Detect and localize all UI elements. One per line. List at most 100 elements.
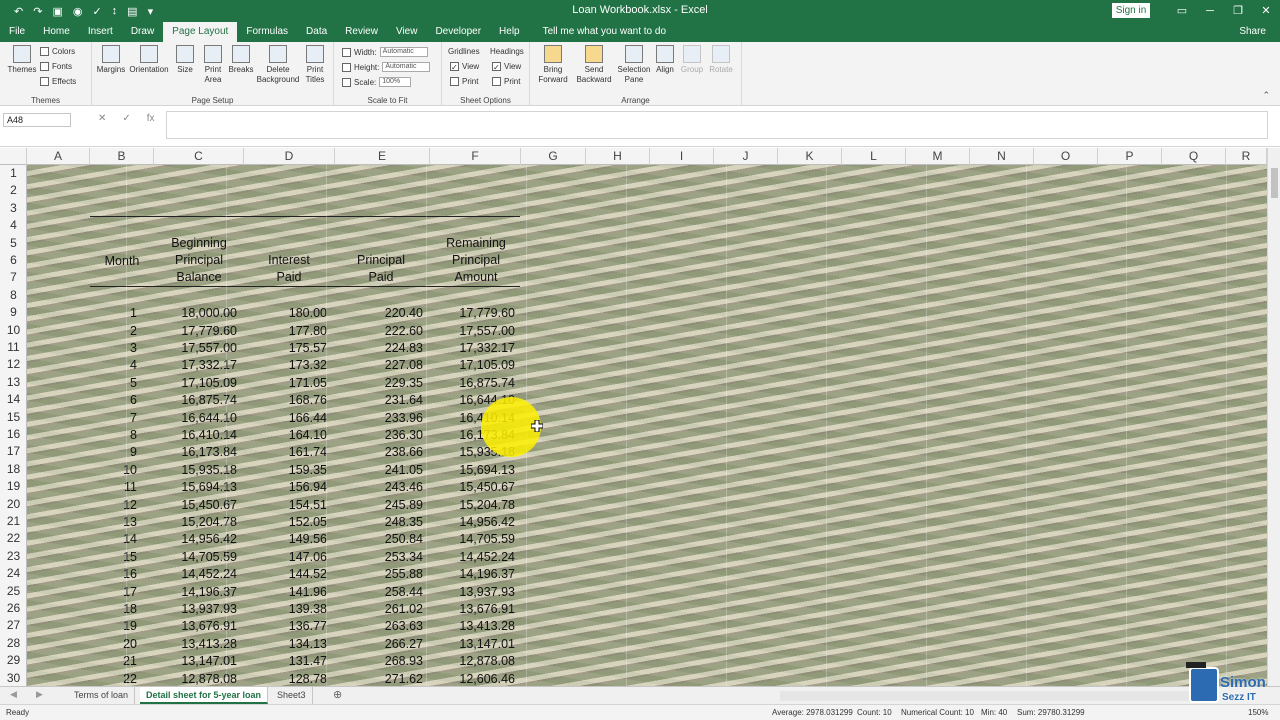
redo-icon[interactable]: ↷ <box>33 5 42 18</box>
cell-interest-paid[interactable]: 128.78 <box>289 671 327 686</box>
cell-interest-paid[interactable]: 131.47 <box>289 653 327 670</box>
cell-beginning-balance[interactable]: 15,204.78 <box>181 514 237 531</box>
cell-principal-paid[interactable]: 253.34 <box>385 549 423 566</box>
tab-view[interactable]: View <box>387 22 427 42</box>
cell-month[interactable]: 7 <box>130 410 137 427</box>
cell-month[interactable]: 16 <box>123 566 137 583</box>
cell-interest-paid[interactable]: 154.51 <box>289 497 327 514</box>
cell-principal-paid[interactable]: 220.40 <box>385 305 423 322</box>
selection-pane-button[interactable]: Selection Pane <box>616 45 652 85</box>
cell-remaining-amount[interactable]: 15,694.13 <box>459 462 515 479</box>
cell-remaining-amount[interactable]: 15,450.67 <box>459 479 515 496</box>
cell-remaining-amount[interactable]: 14,956.42 <box>459 514 515 531</box>
row-header-20[interactable]: 20 <box>0 496 27 513</box>
column-header-j[interactable]: J <box>714 148 778 165</box>
column-header-f[interactable]: F <box>430 148 521 165</box>
cell-month[interactable]: 6 <box>130 392 137 409</box>
row-header-28[interactable]: 28 <box>0 635 27 652</box>
page-icon[interactable]: ▤ <box>127 5 137 18</box>
column-header-p[interactable]: P <box>1098 148 1162 165</box>
cell-month[interactable]: 10 <box>123 462 137 479</box>
cell-principal-paid[interactable]: 227.08 <box>385 357 423 374</box>
cell-principal-paid[interactable]: 245.89 <box>385 497 423 514</box>
ribbon-display-icon[interactable]: ▭ <box>1168 0 1196 22</box>
cell-interest-paid[interactable]: 139.38 <box>289 601 327 618</box>
cell-month[interactable]: 9 <box>130 444 137 461</box>
cell-principal-paid[interactable]: 255.88 <box>385 566 423 583</box>
row-header-5[interactable]: 5 <box>0 235 27 252</box>
print-titles-button[interactable]: Print Titles <box>302 45 328 85</box>
group-button[interactable]: Group <box>680 45 704 75</box>
gridlines-print-checkbox[interactable]: Print <box>450 77 478 86</box>
cell-interest-paid[interactable]: 171.05 <box>289 375 327 392</box>
cell-principal-paid[interactable]: 266.27 <box>385 636 423 653</box>
headings-print-checkbox[interactable]: Print <box>492 77 520 86</box>
cell-month[interactable]: 21 <box>123 653 137 670</box>
row-header-19[interactable]: 19 <box>0 478 27 495</box>
fonts-button[interactable]: Fonts <box>40 62 72 71</box>
row-header-12[interactable]: 12 <box>0 356 27 373</box>
align-button[interactable]: Align <box>654 45 676 75</box>
cell-interest-paid[interactable]: 168.76 <box>289 392 327 409</box>
cell-interest-paid[interactable]: 156.94 <box>289 479 327 496</box>
cell-month[interactable]: 15 <box>123 549 137 566</box>
cell-month[interactable]: 18 <box>123 601 137 618</box>
row-header-16[interactable]: 16 <box>0 426 27 443</box>
print-area-button[interactable]: Print Area <box>200 45 226 85</box>
cell-principal-paid[interactable]: 258.44 <box>385 584 423 601</box>
headings-view-checkbox[interactable]: ✓ View <box>492 62 521 72</box>
width-dropdown[interactable]: Automatic <box>379 47 428 57</box>
cell-interest-paid[interactable]: 175.57 <box>289 340 327 357</box>
row-header-8[interactable]: 8 <box>0 287 27 304</box>
cell-principal-paid[interactable]: 271.62 <box>385 671 423 686</box>
cell-month[interactable]: 14 <box>123 531 137 548</box>
size-button[interactable]: Size <box>174 45 196 75</box>
cell-beginning-balance[interactable]: 14,196.37 <box>181 584 237 601</box>
cell-beginning-balance[interactable]: 15,935.18 <box>181 462 237 479</box>
cell-interest-paid[interactable]: 180.00 <box>289 305 327 322</box>
cell-remaining-amount[interactable]: 14,196.37 <box>459 566 515 583</box>
cell-month[interactable]: 3 <box>130 340 137 357</box>
column-header-m[interactable]: M <box>906 148 970 165</box>
cell-principal-paid[interactable]: 229.35 <box>385 375 423 392</box>
column-header-c[interactable]: C <box>154 148 244 165</box>
cell-beginning-balance[interactable]: 16,644.10 <box>181 410 237 427</box>
vertical-scrollbar[interactable] <box>1267 148 1280 686</box>
cell-interest-paid[interactable]: 134.13 <box>289 636 327 653</box>
cell-interest-paid[interactable]: 159.35 <box>289 462 327 479</box>
cell-principal-paid[interactable]: 238.66 <box>385 444 423 461</box>
cell-beginning-balance[interactable]: 14,956.42 <box>181 531 237 548</box>
sheet-background[interactable]: Month Beginning Principal Balance Intere… <box>27 165 1267 686</box>
collapse-ribbon-icon[interactable]: ⌃ <box>1262 90 1270 101</box>
spelling-icon[interactable]: ✓ <box>92 5 101 18</box>
cell-month[interactable]: 13 <box>123 514 137 531</box>
cell-remaining-amount[interactable]: 13,147.01 <box>459 636 515 653</box>
cell-interest-paid[interactable]: 144.52 <box>289 566 327 583</box>
column-header-o[interactable]: O <box>1034 148 1098 165</box>
cell-beginning-balance[interactable]: 16,173.84 <box>181 444 237 461</box>
share-button[interactable]: Share <box>1239 22 1266 42</box>
column-header-e[interactable]: E <box>335 148 430 165</box>
cell-beginning-balance[interactable]: 15,450.67 <box>181 497 237 514</box>
cell-principal-paid[interactable]: 243.46 <box>385 479 423 496</box>
cell-beginning-balance[interactable]: 13,413.28 <box>181 636 237 653</box>
cell-principal-paid[interactable]: 263.63 <box>385 618 423 635</box>
cell-principal-paid[interactable]: 250.84 <box>385 531 423 548</box>
undo-icon[interactable]: ↶ <box>14 5 23 18</box>
row-header-11[interactable]: 11 <box>0 339 27 356</box>
row-header-2[interactable]: 2 <box>0 182 27 199</box>
cell-principal-paid[interactable]: 268.93 <box>385 653 423 670</box>
scale-spinner[interactable]: 100% <box>379 77 412 87</box>
prev-sheet-icon[interactable]: ◀ <box>10 689 17 700</box>
cell-interest-paid[interactable]: 161.74 <box>289 444 327 461</box>
row-header-30[interactable]: 30 <box>0 670 27 686</box>
row-header-26[interactable]: 26 <box>0 600 27 617</box>
cell-remaining-amount[interactable]: 14,452.24 <box>459 549 515 566</box>
row-header-29[interactable]: 29 <box>0 652 27 669</box>
cell-remaining-amount[interactable]: 13,413.28 <box>459 618 515 635</box>
row-header-13[interactable]: 13 <box>0 374 27 391</box>
cell-remaining-amount[interactable]: 14,705.59 <box>459 531 515 548</box>
row-header-21[interactable]: 21 <box>0 513 27 530</box>
column-header-k[interactable]: K <box>778 148 842 165</box>
row-header-18[interactable]: 18 <box>0 461 27 478</box>
